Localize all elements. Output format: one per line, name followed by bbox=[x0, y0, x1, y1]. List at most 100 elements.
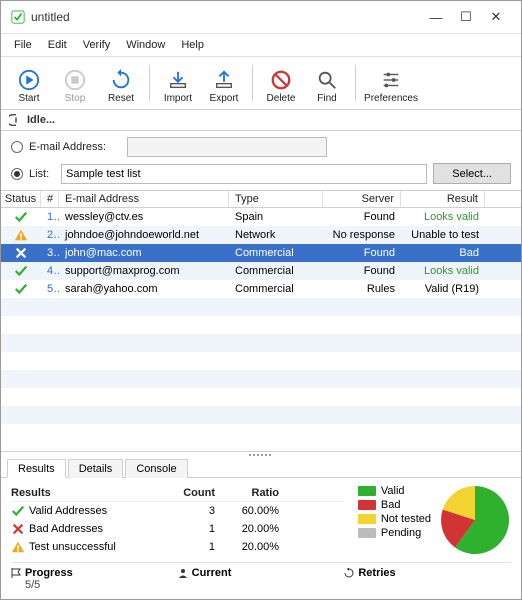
row-result: Looks valid bbox=[401, 211, 485, 223]
email-input[interactable] bbox=[127, 137, 327, 157]
col-number[interactable]: # bbox=[41, 191, 59, 207]
swatch-nottested bbox=[358, 514, 376, 524]
progress-label: Progress bbox=[25, 567, 73, 579]
col-server[interactable]: Server bbox=[323, 191, 401, 207]
row-number: 1 bbox=[41, 211, 59, 223]
menu-verify[interactable]: Verify bbox=[76, 36, 118, 54]
rt-head-count: Count bbox=[155, 487, 215, 499]
tab-results[interactable]: Results bbox=[7, 459, 66, 478]
row-number: 3 bbox=[41, 247, 59, 259]
sliders-icon bbox=[380, 69, 402, 91]
row-result: Looks valid bbox=[401, 265, 485, 277]
flag-icon bbox=[11, 568, 21, 578]
preferences-button[interactable]: Preferences bbox=[362, 61, 420, 105]
grid-body[interactable]: 1wessley@ctv.esSpainFoundLooks valid2joh… bbox=[1, 208, 521, 451]
col-status[interactable]: Status bbox=[1, 191, 41, 207]
maximize-button[interactable]: ☐ bbox=[451, 9, 481, 25]
delete-button[interactable]: Delete bbox=[259, 61, 303, 105]
email-address-row: E-mail Address: bbox=[11, 137, 511, 157]
list-label: List: bbox=[29, 168, 55, 180]
separator bbox=[355, 65, 356, 101]
row-type: Spain bbox=[229, 211, 323, 223]
col-result[interactable]: Result bbox=[401, 191, 485, 207]
row-result: Bad bbox=[401, 247, 485, 259]
idle-icon bbox=[9, 113, 23, 127]
table-row[interactable]: 3john@mac.comCommercialFoundBad bbox=[1, 244, 521, 262]
menu-help[interactable]: Help bbox=[174, 36, 211, 54]
table-row-empty bbox=[1, 298, 521, 316]
table-row[interactable]: 1wessley@ctv.esSpainFoundLooks valid bbox=[1, 208, 521, 226]
list-row: List: Select... bbox=[11, 163, 511, 184]
summary-row: Bad Addresses120.00% bbox=[11, 520, 344, 538]
results-grid: Status # E-mail Address Type Server Resu… bbox=[1, 191, 521, 452]
row-number: 2 bbox=[41, 229, 59, 241]
export-button[interactable]: Export bbox=[202, 61, 246, 105]
minimize-button[interactable]: — bbox=[421, 10, 451, 25]
person-icon bbox=[178, 568, 188, 578]
status-icon bbox=[1, 264, 41, 278]
app-icon bbox=[11, 10, 25, 24]
current-label: Current bbox=[192, 567, 232, 579]
table-row-empty bbox=[1, 316, 521, 334]
pie-chart bbox=[439, 484, 511, 556]
table-row[interactable]: 4support@maxprog.comCommercialFoundLooks… bbox=[1, 262, 521, 280]
results-panel: Results Count Ratio Valid Addresses360.0… bbox=[1, 478, 521, 599]
progress-bar-row: Progress 5/5 Current Retries bbox=[11, 562, 511, 591]
row-server: Found bbox=[323, 247, 401, 259]
swatch-bad bbox=[358, 500, 376, 510]
status-icon bbox=[1, 228, 41, 242]
progress-value: 5/5 bbox=[11, 579, 178, 591]
table-row[interactable]: 2johndoe@johndoeworld.netNetworkNo respo… bbox=[1, 226, 521, 244]
start-button[interactable]: Start bbox=[7, 61, 51, 105]
table-row-empty bbox=[1, 334, 521, 352]
window-title: untitled bbox=[31, 10, 421, 24]
menu-window[interactable]: Window bbox=[119, 36, 172, 54]
table-row-empty bbox=[1, 406, 521, 424]
status-text: Idle... bbox=[27, 114, 55, 126]
source-panel: E-mail Address: List: Select... bbox=[1, 131, 521, 191]
list-radio[interactable] bbox=[11, 168, 23, 180]
results-summary-table: Results Count Ratio Valid Addresses360.0… bbox=[11, 484, 344, 556]
separator bbox=[149, 65, 150, 101]
row-server: Found bbox=[323, 211, 401, 223]
col-email[interactable]: E-mail Address bbox=[59, 191, 229, 207]
separator bbox=[252, 65, 253, 101]
search-icon bbox=[316, 69, 338, 91]
row-type: Commercial bbox=[229, 265, 323, 277]
tab-console[interactable]: Console bbox=[125, 459, 187, 478]
status-icon bbox=[1, 210, 41, 224]
find-button[interactable]: Find bbox=[305, 61, 349, 105]
import-button[interactable]: Import bbox=[156, 61, 200, 105]
row-server: No response bbox=[323, 229, 401, 241]
row-type: Commercial bbox=[229, 247, 323, 259]
row-type: Commercial bbox=[229, 283, 323, 295]
toolbar: Start Stop Reset Import Export Delete Fi… bbox=[1, 57, 521, 110]
retry-icon bbox=[344, 568, 354, 578]
reset-button[interactable]: Reset bbox=[99, 61, 143, 105]
chart-legend: Valid Bad Not tested Pending bbox=[358, 484, 431, 556]
summary-row: Test unsuccessful120.00% bbox=[11, 538, 344, 556]
rt-head-results: Results bbox=[11, 487, 151, 499]
menu-edit[interactable]: Edit bbox=[41, 36, 74, 54]
email-radio[interactable] bbox=[11, 141, 23, 153]
retries-label: Retries bbox=[358, 567, 395, 579]
stop-icon bbox=[64, 69, 86, 91]
bottom-tabs: Results Details Console bbox=[1, 458, 521, 478]
select-button[interactable]: Select... bbox=[433, 163, 511, 184]
close-button[interactable]: ✕ bbox=[481, 9, 511, 25]
download-icon bbox=[167, 69, 189, 91]
tab-details[interactable]: Details bbox=[68, 459, 124, 478]
col-type[interactable]: Type bbox=[229, 191, 323, 207]
row-server: Rules bbox=[323, 283, 401, 295]
list-input[interactable] bbox=[61, 164, 427, 184]
forbidden-icon bbox=[270, 69, 292, 91]
row-number: 4 bbox=[41, 265, 59, 277]
row-number: 5 bbox=[41, 283, 59, 295]
menubar: File Edit Verify Window Help bbox=[1, 34, 521, 57]
table-row[interactable]: 5sarah@yahoo.comCommercialRulesValid (R1… bbox=[1, 280, 521, 298]
grid-header: Status # E-mail Address Type Server Resu… bbox=[1, 191, 521, 208]
menu-file[interactable]: File bbox=[7, 36, 39, 54]
row-email: wessley@ctv.es bbox=[59, 211, 229, 223]
app-window: untitled — ☐ ✕ File Edit Verify Window H… bbox=[0, 0, 522, 600]
stop-button[interactable]: Stop bbox=[53, 61, 97, 105]
